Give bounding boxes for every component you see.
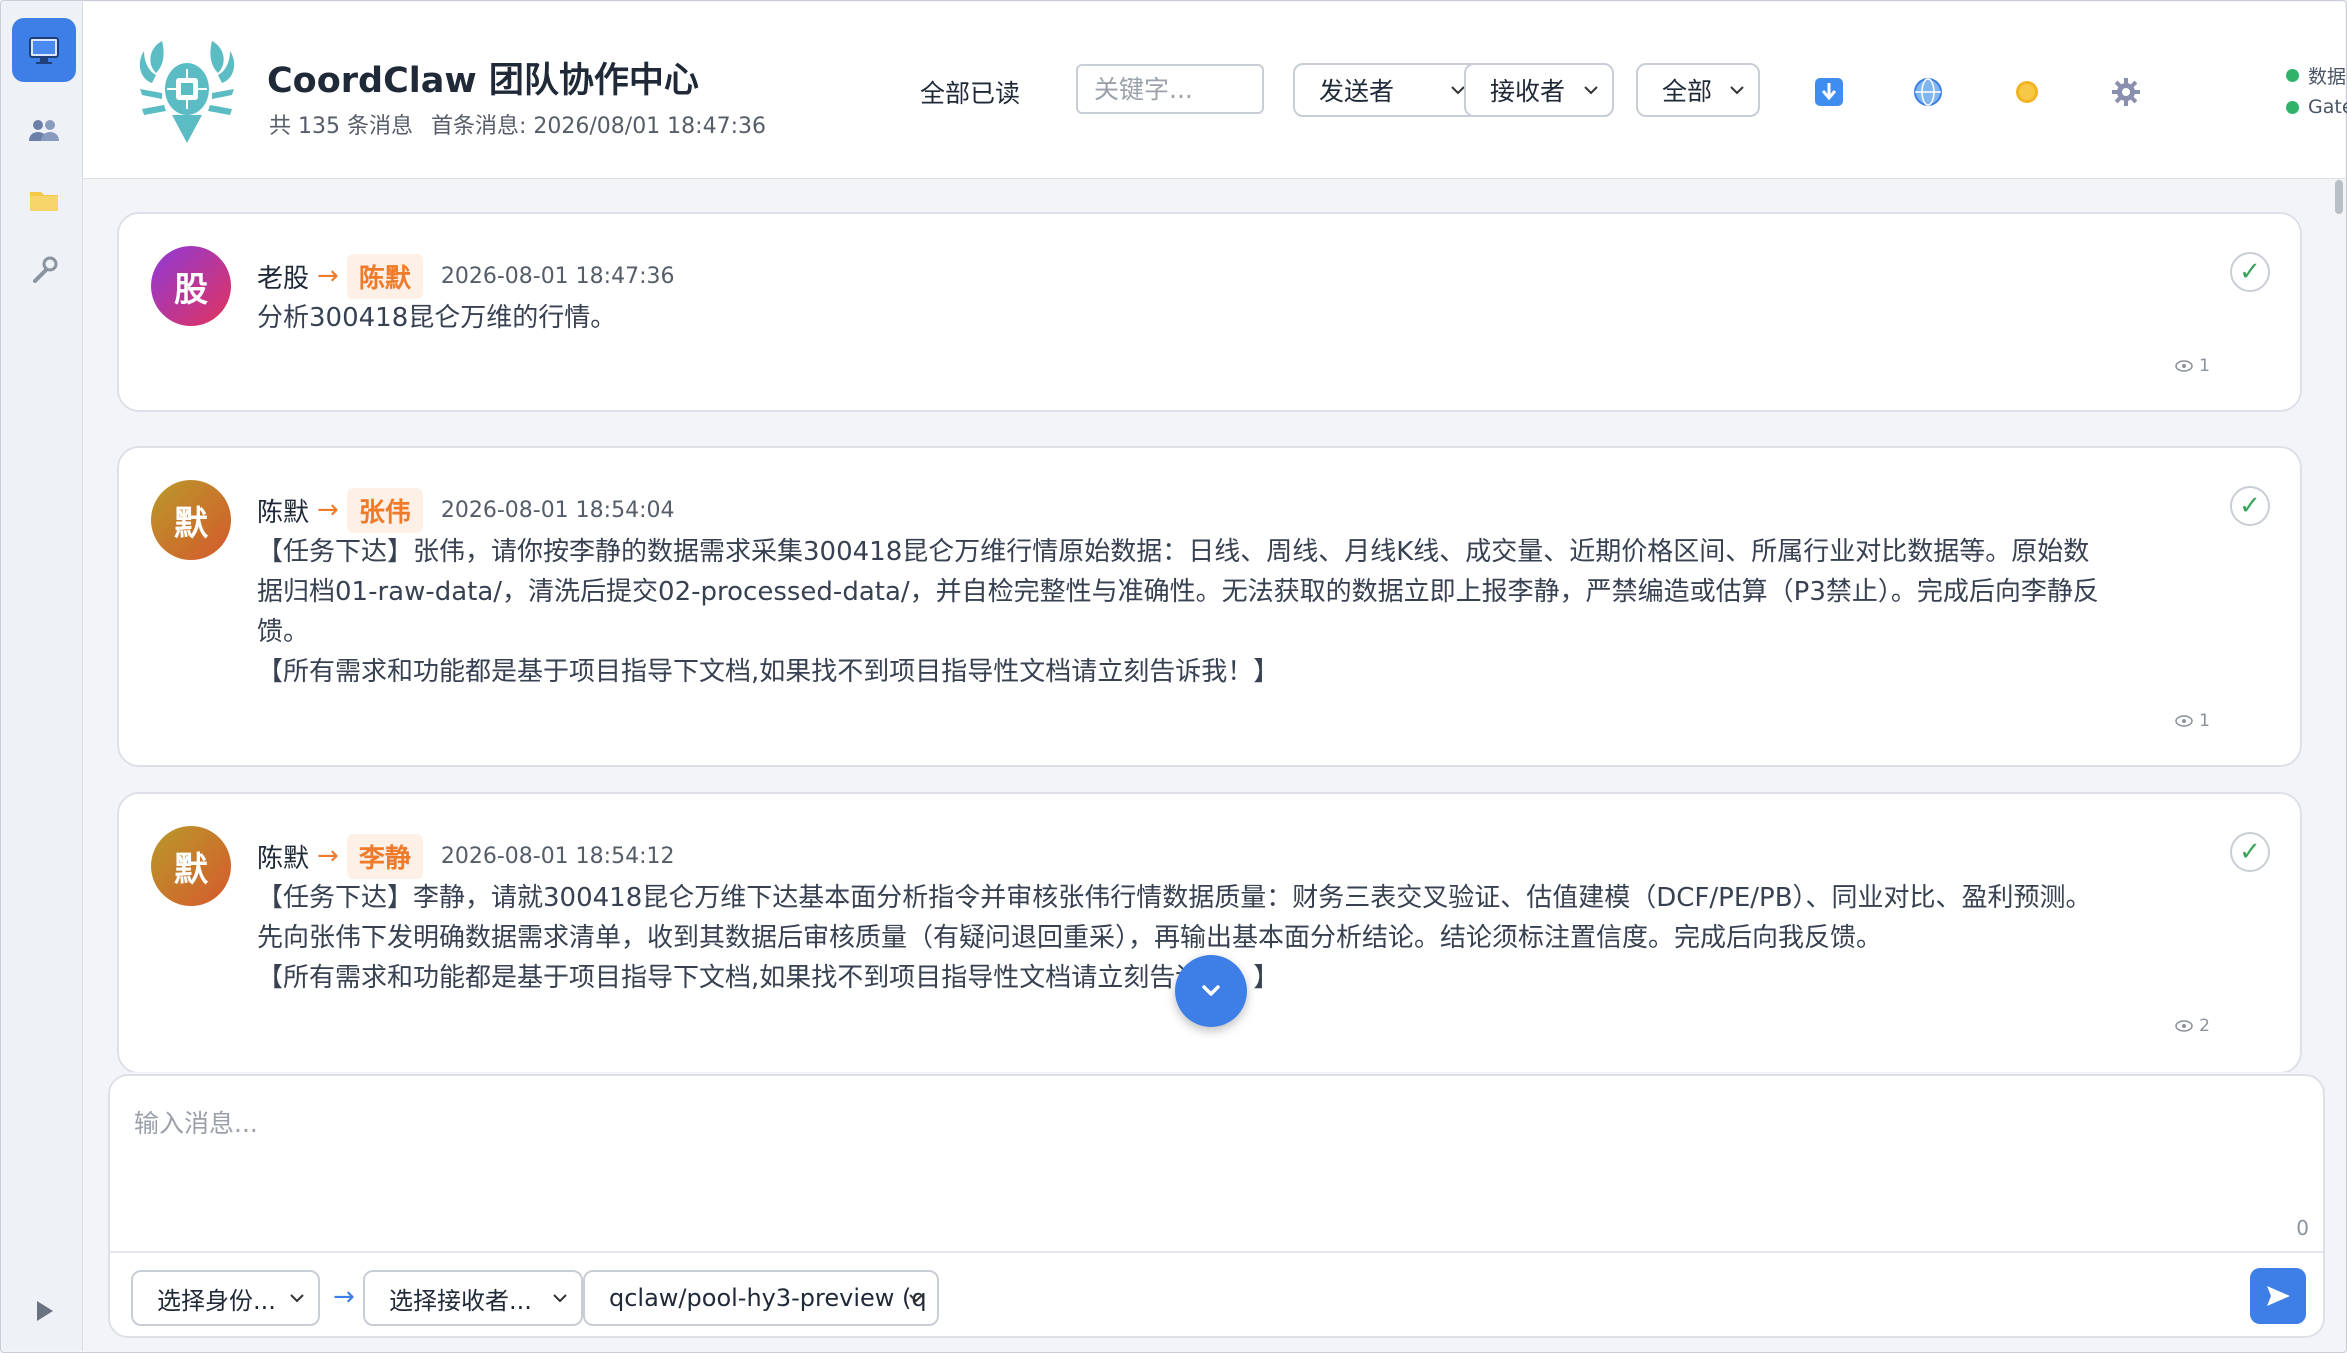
folder-icon[interactable] [12,168,76,232]
message-body: 分析300418昆仑万维的行情。 [257,298,2247,338]
avatar: 默 [151,480,231,560]
message-receiver: 张伟 [346,487,423,533]
download-icon[interactable] [1812,75,1846,109]
receiver-filter-label: 接收者 [1490,77,1566,106]
message-line: 据归档01-raw-data/，清洗后提交02-processed-data/，… [257,577,2099,607]
total-count: 共 135 条消息 [269,114,413,139]
identity-select-label: 选择身份... [157,1286,276,1315]
message-sender: 陈默 [257,497,310,528]
send-icon [2267,1286,2290,1306]
tools-icon[interactable] [12,238,76,302]
message-card: 默 陈默 → 张伟 2026-08-01 18:54:04 【任务下达】张伟，请… [117,446,2302,767]
dataflow-status-label: 数据流 [2308,66,2347,88]
app-title: CoordClaw 团队协作中心 [267,61,699,101]
message-body: 【任务下达】张伟，请你按李静的数据需求采集300418昆仑万维行情原始数据：日线… [257,532,2247,692]
model-select-label: qclaw/pool-hy3-preview (q [609,1284,927,1312]
arrow-right-icon: → [317,495,339,525]
gateway-status-dot [2286,100,2299,114]
sender-filter-label: 发送者 [1319,77,1395,106]
scroll-to-bottom-button[interactable] [1175,955,1247,1027]
message-sender: 老股 [257,263,310,294]
message-line: 分析300418昆仑万维的行情。 [257,303,617,333]
chevron-down-icon [1202,985,1220,996]
chevron-down-icon [1730,86,1744,95]
chevron-down-icon [1584,86,1598,95]
avatar: 股 [151,246,231,326]
avatar: 默 [151,826,231,906]
message-meta: 陈默 → 李静 2026-08-01 18:54:12 [257,832,674,880]
scrollbar-thumb[interactable] [2335,180,2343,214]
view-count: 2 [2175,1016,2210,1036]
mark-all-read-button[interactable]: 全部已读 [920,74,1020,110]
message-card: 股 老股 → 陈默 2026-08-01 18:47:36 分析300418昆仑… [117,212,2302,412]
view-count-value: 1 [2199,356,2210,376]
sender-filter-select[interactable]: 发送者 [1293,63,1481,117]
mark-read-check-icon[interactable]: ✓ [2230,832,2270,872]
lobster-logo-icon [139,41,235,143]
message-receiver: 李静 [346,833,423,879]
monitor-icon[interactable] [12,18,76,82]
message-line: 【任务下达】张伟，请你按李静的数据需求采集300418昆仑万维行情原始数据：日线… [257,537,2090,567]
message-line: 【任务下达】李静，请就300418昆仑万维下达基本面分析指令并审核张伟行情数据质… [257,883,2092,913]
gateway-status-label: Gateway [2308,96,2347,118]
team-icon[interactable] [12,98,76,162]
view-count: 1 [2175,711,2210,731]
eye-icon [2175,360,2193,372]
scope-filter-select[interactable]: 全部 [1636,63,1760,117]
theme-sun-icon[interactable] [2010,75,2044,109]
identity-select[interactable]: 选择身份... [131,1270,320,1326]
dataflow-status-dot [2286,69,2299,82]
message-meta: 陈默 → 张伟 2026-08-01 18:54:04 [257,486,674,534]
dataflow-status: 数据流 [2286,62,2347,89]
message-time: 2026-08-01 18:54:04 [440,497,675,523]
eye-icon [2175,715,2193,727]
arrow-right-icon: → [333,1282,355,1312]
char-counter: 0 [2296,1216,2309,1240]
message-meta: 老股 → 陈默 2026-08-01 18:47:36 [257,252,674,300]
message-line: 【所有需求和功能都是基于项目指导下文档,如果找不到项目指导性文档请立刻告诉我！】 [257,963,1280,993]
globe-icon[interactable] [1911,75,1945,109]
receiver-filter-select[interactable]: 接收者 [1464,63,1614,117]
message-summary: 共 135 条消息 首条消息: 2026/08/01 18:47:36 [269,108,766,140]
chevron-down-icon [553,1294,567,1303]
arrow-right-icon: → [317,841,339,871]
view-count-value: 2 [2199,1016,2210,1036]
keyword-search-input[interactable] [1076,64,1264,114]
settings-gear-icon[interactable] [2109,75,2143,109]
message-body: 【任务下达】李静，请就300418昆仑万维下达基本面分析指令并审核张伟行情数据质… [257,878,2247,998]
arrow-right-icon: → [317,261,339,291]
message-input[interactable] [110,1076,2323,1253]
sidebar [2,2,83,1351]
mark-read-check-icon[interactable]: ✓ [2230,486,2270,526]
message-sender: 陈默 [257,843,310,874]
message-time: 2026-08-01 18:54:12 [440,843,675,869]
receiver-select[interactable]: 选择接收者... [363,1270,583,1326]
header: CoordClaw 团队协作中心 共 135 条消息 首条消息: 2026/08/… [83,2,2347,179]
first-message-time: 首条消息: 2026/08/01 18:47:36 [430,114,766,139]
chevron-down-icon [909,1294,923,1303]
message-card: 默 陈默 → 李静 2026-08-01 18:54:12 【任务下达】李静，请… [117,792,2302,1072]
view-count-value: 1 [2199,711,2210,731]
message-line: 【所有需求和功能都是基于项目指导下文档,如果找不到项目指导性文档请立刻告诉我！】 [257,657,1280,687]
scope-filter-label: 全部 [1662,77,1713,106]
view-count: 1 [2175,356,2210,376]
message-line: 先向张伟下发明确数据需求清单，收到其数据后审核质量（有疑问退回重采），再输出基本… [257,923,1883,953]
model-select[interactable]: qclaw/pool-hy3-preview (q [583,1270,939,1326]
mark-read-check-icon[interactable]: ✓ [2230,252,2270,292]
eye-icon [2175,1020,2193,1032]
expand-sidebar-icon[interactable] [32,1298,56,1324]
receiver-select-label: 选择接收者... [389,1286,532,1315]
gateway-status: Gateway [2286,96,2347,118]
message-composer: 0 选择身份... → 选择接收者... qclaw/pool-hy3-prev… [108,1074,2325,1338]
message-line: 馈。 [257,617,310,647]
chevron-down-icon [290,1294,304,1303]
message-time: 2026-08-01 18:47:36 [440,263,675,289]
send-button[interactable] [2250,1268,2306,1324]
message-receiver: 陈默 [346,253,423,299]
message-list: 股 老股 → 陈默 2026-08-01 18:47:36 分析300418昆仑… [83,179,2345,1072]
